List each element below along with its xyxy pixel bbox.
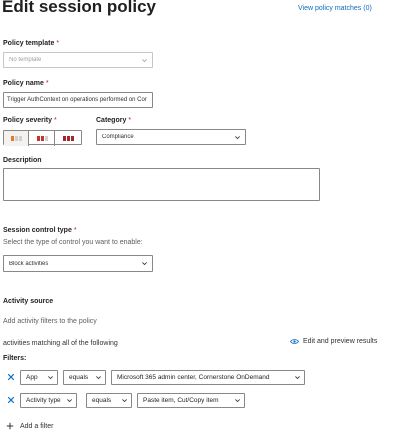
- category-value: Compliance: [102, 134, 134, 140]
- filter-value-text: Paste item, Cut/Copy item: [143, 397, 219, 404]
- severity-medium-option[interactable]: [30, 131, 55, 146]
- activity-source-title: Activity source: [3, 298, 54, 305]
- severity-high-option[interactable]: [56, 131, 81, 146]
- chevron-down-icon: [142, 262, 147, 266]
- category-label: Category *: [96, 117, 132, 124]
- filter-field-dropdown[interactable]: App: [20, 370, 58, 385]
- filter-value-dropdown[interactable]: Microsoft 365 admin center, Cornerstone …: [111, 370, 305, 385]
- filter-field-value: Activity type: [26, 397, 61, 404]
- session-control-label: Session control type *: [3, 227, 77, 234]
- filters-label: Filters:: [3, 355, 27, 362]
- policy-severity-label: Policy severity *: [3, 117, 57, 124]
- session-control-dropdown[interactable]: Block activities: [3, 255, 153, 272]
- chevron-down-icon: [142, 58, 147, 62]
- filter-operator-value: equals: [92, 397, 112, 404]
- filter-operator-value: equals: [69, 374, 89, 381]
- chevron-down-icon: [295, 376, 300, 380]
- chevron-down-icon: [235, 399, 240, 403]
- plus-icon: [6, 422, 14, 430]
- policy-severity-selector[interactable]: [3, 130, 82, 146]
- add-filter-label: Add a filter: [20, 422, 54, 430]
- view-policy-matches-link[interactable]: View policy matches (0): [298, 5, 372, 12]
- policy-template-label: Policy template *: [3, 40, 60, 47]
- severity-low-option[interactable]: [4, 131, 29, 146]
- filter-field-dropdown[interactable]: Activity type: [20, 393, 77, 408]
- activity-source-hint: Add activity filters to the policy: [3, 318, 97, 325]
- chevron-down-icon: [235, 135, 240, 139]
- add-filter-button[interactable]: Add a filter: [6, 422, 53, 430]
- remove-filter-icon[interactable]: [7, 373, 15, 381]
- description-textarea[interactable]: [3, 168, 320, 201]
- session-control-help: Select the type of control you want to e…: [3, 239, 143, 246]
- filter-operator-dropdown[interactable]: equals: [63, 370, 106, 385]
- filter-operator-dropdown[interactable]: equals: [86, 393, 132, 408]
- edit-preview-results-label: Edit and preview results: [303, 338, 378, 345]
- filter-value-text: Microsoft 365 admin center, Cornerstone …: [117, 374, 270, 381]
- chevron-down-icon: [122, 399, 127, 403]
- remove-filter-icon[interactable]: [7, 396, 15, 404]
- policy-template-dropdown[interactable]: No template: [3, 52, 153, 68]
- edit-preview-results-button[interactable]: Edit and preview results: [290, 338, 377, 345]
- chevron-down-icon: [67, 399, 72, 403]
- eye-icon: [290, 339, 299, 344]
- page-title: Edit session policy: [2, 0, 156, 16]
- policy-name-label: Policy name *: [3, 80, 49, 87]
- policy-name-input[interactable]: Trigger AuthContext on operations perfor…: [3, 92, 153, 108]
- chevron-down-icon: [96, 376, 101, 380]
- activities-matching-text: activities matching all of the following: [3, 340, 118, 347]
- chevron-down-icon: [48, 376, 53, 380]
- category-dropdown[interactable]: Compliance: [96, 129, 246, 145]
- filter-value-dropdown[interactable]: Paste item, Cut/Copy item: [137, 393, 245, 408]
- policy-template-placeholder: No template: [9, 57, 42, 63]
- filter-field-value: App: [26, 374, 38, 381]
- session-control-value: Block activities: [9, 260, 49, 267]
- description-label: Description: [3, 157, 42, 164]
